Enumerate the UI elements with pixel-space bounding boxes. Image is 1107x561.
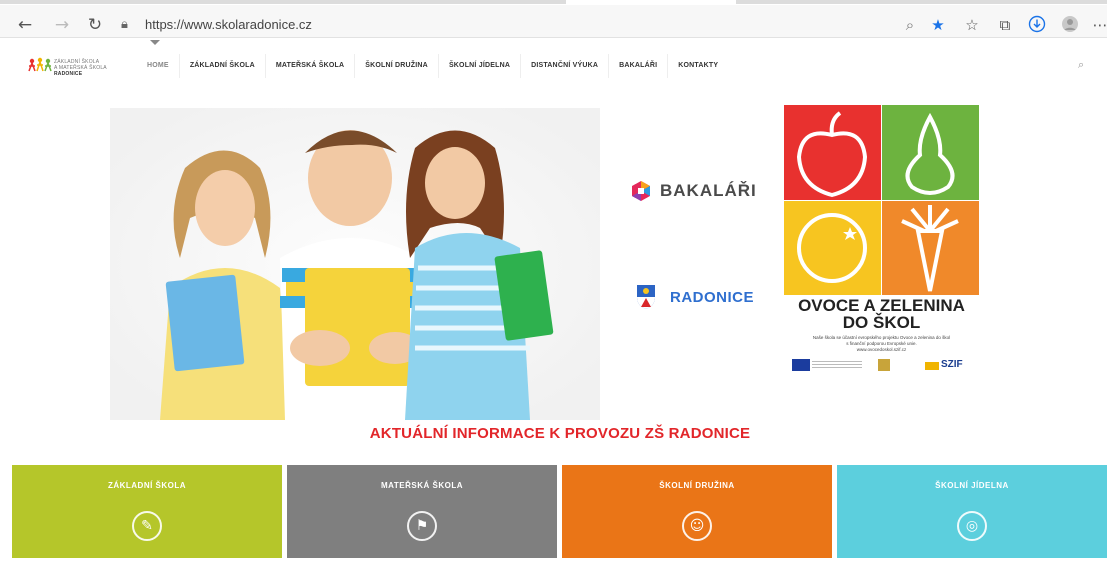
bakalari-label: BAKALÁŘI: [660, 181, 757, 200]
poster-title: OVOCE A ZELENINA DO ŠKOL: [784, 297, 979, 331]
kindergarten-icon: ⚑: [407, 511, 437, 541]
children-icon: ☺: [682, 511, 712, 541]
menu-item-zakladni-skola[interactable]: ZÁKLADNÍ ŠKOLA: [180, 54, 266, 78]
logo-line2: A MATEŘSKÁ ŠKOLA RADONICE: [54, 65, 124, 77]
address-bar[interactable]: https://www.skolaradonice.cz: [145, 17, 312, 32]
lock-icon[interactable]: 🔒︎: [121, 17, 137, 33]
main-menu: HOME ZÁKLADNÍ ŠKOLA MATEŘSKÁ ŠKOLA ŠKOLN…: [137, 54, 728, 78]
browser-toolbar: ← → ↻ 🔒︎ https://www.skolaradonice.cz ⌕ …: [0, 0, 1107, 38]
szif-emblem-icon: [925, 362, 939, 370]
poster-subtitle: Naše škola se účastní evropského projekt…: [784, 335, 979, 353]
back-icon[interactable]: ←: [15, 15, 35, 35]
school-icon: ✎: [132, 511, 162, 541]
menu-item-home[interactable]: HOME: [137, 54, 180, 78]
announcement-link[interactable]: AKTUÁLNÍ INFORMACE K PROVOZU ZŠ RADONICE: [0, 425, 1107, 442]
forward-icon[interactable]: →: [52, 15, 72, 35]
tile-label: ŠKOLNÍ JÍDELNA: [935, 481, 1009, 490]
profile-icon[interactable]: [1060, 15, 1080, 35]
collections-icon[interactable]: ⧉: [995, 15, 1015, 35]
ministry-emblem-icon: [878, 359, 890, 371]
menu-item-kontakty[interactable]: KONTAKTY: [668, 54, 728, 78]
favorite-star-icon[interactable]: ★: [928, 15, 948, 35]
tile-label: ŠKOLNÍ DRUŽINA: [659, 481, 735, 490]
tile-skolni-druzina[interactable]: ŠKOLNÍ DRUŽINA ☺: [562, 465, 832, 558]
menu-item-bakalari[interactable]: BAKALÁŘI: [609, 54, 669, 78]
tab-strip-segment: [736, 0, 1107, 4]
tile-zakladni-skola[interactable]: ZÁKLADNÍ ŠKOLA ✎: [12, 465, 282, 558]
more-icon[interactable]: ⋯: [1090, 15, 1107, 35]
fruit-grid-icon: [784, 105, 979, 295]
logo-figures-icon: [28, 57, 52, 76]
radonice-link[interactable]: RADONICE: [636, 284, 754, 310]
plate-icon: ◎: [957, 511, 987, 541]
menu-item-skolni-druzina[interactable]: ŠKOLNÍ DRUŽINA: [355, 54, 439, 78]
poster-partner-logos: SZIF: [790, 359, 974, 373]
menu-item-distancni-vyuka[interactable]: DISTANČNÍ VÝUKA: [521, 54, 610, 78]
szif-label: SZIF: [941, 359, 963, 370]
tab-strip: [0, 0, 1107, 5]
poster-title-line2: DO ŠKOL: [842, 313, 921, 332]
tile-materska-skola[interactable]: MATEŘSKÁ ŠKOLA ⚑: [287, 465, 557, 558]
bakalari-logo-icon: [632, 181, 650, 201]
tile-skolni-jidelna[interactable]: ŠKOLNÍ JÍDELNA ◎: [837, 465, 1107, 558]
reload-icon[interactable]: ↻: [85, 15, 105, 35]
download-icon[interactable]: [1027, 15, 1047, 35]
tile-label: MATEŘSKÁ ŠKOLA: [381, 481, 463, 490]
eu-text-lines: [812, 361, 862, 369]
nav-active-caret-icon: [150, 40, 160, 45]
tile-label: ZÁKLADNÍ ŠKOLA: [107, 481, 187, 490]
school-logo[interactable]: ZÁKLADNÍ ŠKOLA A MATEŘSKÁ ŠKOLA RADONICE: [28, 57, 124, 77]
poster-title-line1: OVOCE A ZELENINA: [798, 296, 965, 315]
bakalari-link[interactable]: BAKALÁŘI: [630, 180, 757, 202]
logo-text: ZÁKLADNÍ ŠKOLA A MATEŘSKÁ ŠKOLA RADONICE: [54, 59, 124, 77]
favorites-icon[interactable]: ☆: [962, 15, 982, 35]
hero-children-photo: [110, 108, 600, 420]
zoom-icon[interactable]: ⌕: [900, 15, 920, 35]
poster-sub-line3: www.ovocedoskol.szif.cz: [856, 347, 907, 352]
ovoce-a-zelenina-banner[interactable]: OVOCE A ZELENINA DO ŠKOL Naše škola se ú…: [784, 105, 979, 375]
menu-item-materska-skola[interactable]: MATEŘSKÁ ŠKOLA: [266, 54, 356, 78]
eu-flag-icon: [792, 359, 810, 371]
search-icon[interactable]: ⌕: [1078, 58, 1084, 72]
radonice-crest-icon: [637, 285, 655, 309]
radonice-label: RADONICE: [670, 288, 755, 306]
logo-bold: RADONICE: [54, 71, 83, 77]
site-header: ZÁKLADNÍ ŠKOLA A MATEŘSKÁ ŠKOLA RADONICE…: [0, 38, 1107, 92]
tab-strip-segment: [0, 0, 566, 4]
menu-item-skolni-jidelna[interactable]: ŠKOLNÍ JÍDELNA: [439, 54, 522, 78]
